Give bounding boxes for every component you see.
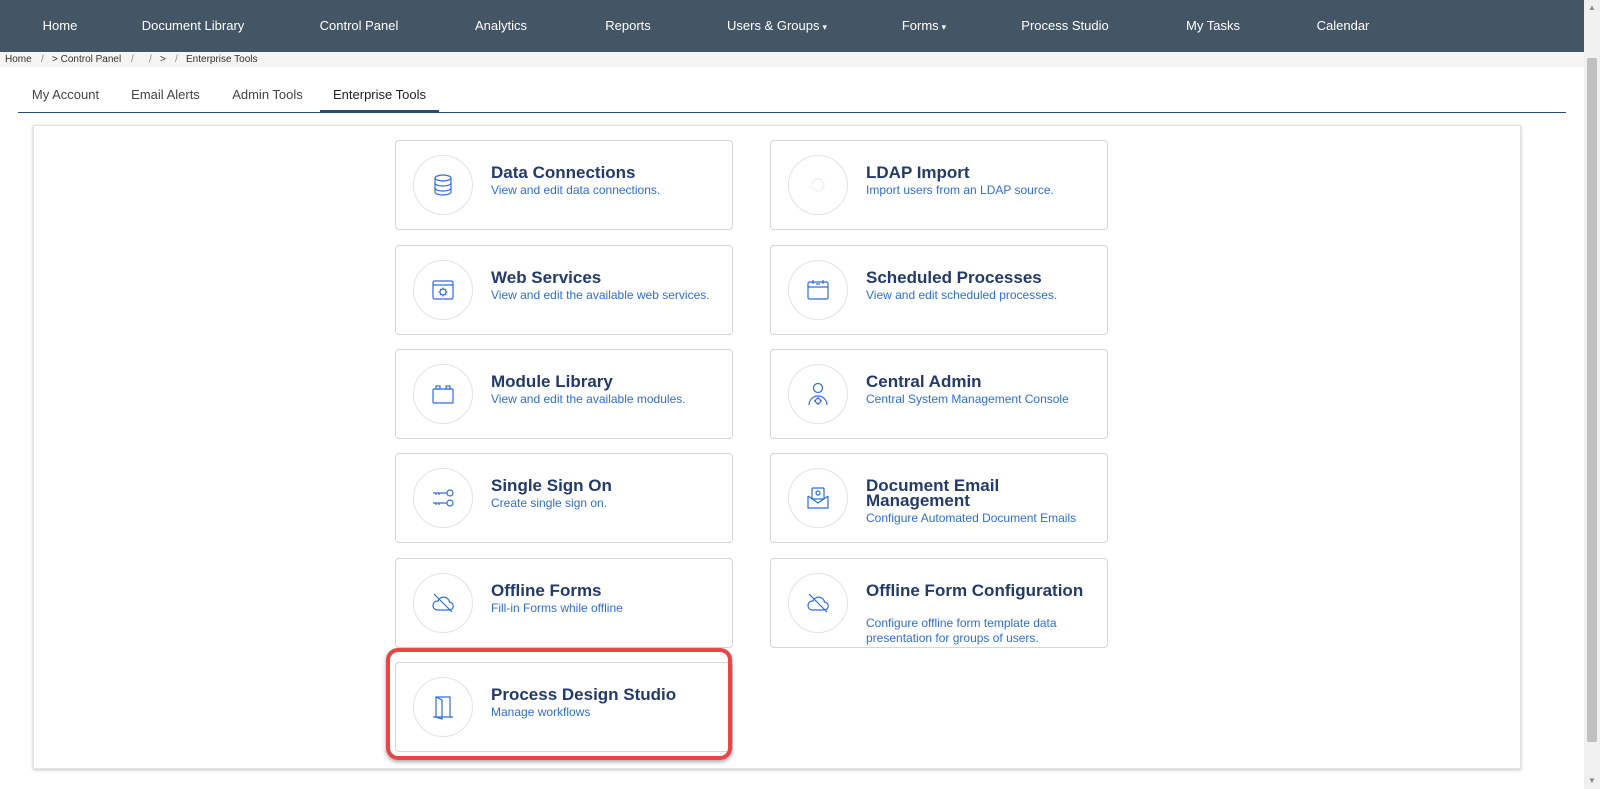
- card-description: Central System Management Console: [866, 392, 1069, 406]
- card-description: View and edit scheduled processes.: [866, 288, 1058, 302]
- card-description: Fill-in Forms while offline: [491, 601, 623, 615]
- card-data-connections[interactable]: Data Connections View and edit data conn…: [395, 140, 733, 230]
- card-single-sign-on[interactable]: Single Sign On Create single sign on.: [395, 453, 733, 543]
- breadcrumb-control-panel[interactable]: > Control Panel: [52, 52, 121, 67]
- admin-user-gear-icon: [788, 364, 848, 424]
- card-description: Import users from an LDAP source.: [866, 183, 1054, 197]
- top-navigation-bar: Home Document Library Control Panel Anal…: [0, 0, 1584, 52]
- breadcrumb-separator: /: [149, 54, 152, 65]
- nav-calendar[interactable]: Calendar: [1317, 0, 1370, 52]
- nav-control-panel[interactable]: Control Panel: [320, 0, 399, 52]
- card-ldap-import[interactable]: LDAP Import Import users from an LDAP so…: [770, 140, 1108, 230]
- highlight-annotation: [386, 648, 732, 760]
- scroll-down-arrow-icon[interactable]: ▼: [1584, 773, 1600, 789]
- scroll-thumb[interactable]: [1587, 58, 1597, 742]
- chevron-down-icon: ▾: [941, 22, 947, 32]
- card-description: View and edit the available web services…: [491, 288, 710, 302]
- nav-process-studio[interactable]: Process Studio: [1021, 0, 1108, 52]
- breadcrumb-arrow: >: [160, 54, 166, 65]
- nav-forms[interactable]: Forms ▾: [902, 0, 946, 52]
- card-description: View and edit the available modules.: [491, 392, 686, 406]
- breadcrumb-home[interactable]: Home: [5, 52, 32, 67]
- nav-analytics[interactable]: Analytics: [475, 0, 527, 52]
- card-title: Single Sign On: [491, 476, 612, 495]
- breadcrumb-separator: /: [131, 54, 134, 65]
- card-offline-forms[interactable]: Offline Forms Fill-in Forms while offlin…: [395, 558, 733, 648]
- card-description: Configure Automated Document Emails: [866, 511, 1077, 525]
- vertical-scrollbar[interactable]: ▲ ▼: [1584, 0, 1600, 789]
- tab-my-account[interactable]: My Account: [18, 84, 113, 111]
- nav-home[interactable]: Home: [43, 0, 78, 52]
- nav-reports[interactable]: Reports: [605, 0, 651, 52]
- card-title: Central Admin: [866, 372, 982, 391]
- card-web-services[interactable]: Web Services View and edit the available…: [395, 245, 733, 335]
- card-description: Create single sign on.: [491, 496, 608, 510]
- card-title: LDAP Import: [866, 163, 970, 182]
- breadcrumb: Home / > Control Panel / / > / Enterpris…: [0, 52, 1584, 67]
- nav-forms-label: Forms: [901, 18, 939, 33]
- breadcrumb-separator: /: [41, 54, 44, 65]
- cloud-off-icon: [413, 573, 473, 633]
- scroll-up-arrow-icon[interactable]: ▲: [1584, 0, 1600, 16]
- web-services-icon: [413, 260, 473, 320]
- tab-bar: My Account Email Alerts Admin Tools Ente…: [18, 84, 1566, 113]
- card-title: Scheduled Processes: [866, 268, 1042, 287]
- database-icon: [413, 155, 473, 215]
- card-title: Document Email Management: [866, 476, 1000, 510]
- card-module-library[interactable]: Module Library View and edit the availab…: [395, 349, 733, 439]
- card-title: Module Library: [491, 372, 613, 391]
- tab-enterprise-tools[interactable]: Enterprise Tools: [320, 84, 439, 112]
- card-title: Offline Forms: [491, 581, 602, 600]
- card-title: Web Services: [491, 268, 602, 287]
- breadcrumb-separator: /: [175, 54, 178, 65]
- breadcrumb-current: Enterprise Tools: [186, 54, 258, 65]
- nav-users-groups[interactable]: Users & Groups ▾: [727, 0, 827, 52]
- chevron-down-icon: ▾: [822, 22, 828, 32]
- card-description: Configure offline form template data pre…: [866, 616, 1057, 645]
- calendar-icon: [788, 260, 848, 320]
- card-offline-form-configuration[interactable]: Offline Form Configuration Configure off…: [770, 558, 1108, 648]
- nav-document-library[interactable]: Document Library: [142, 0, 245, 52]
- ldap-icon: [788, 155, 848, 215]
- nav-users-groups-label: Users & Groups: [726, 18, 820, 33]
- module-icon: [413, 364, 473, 424]
- card-document-email-management[interactable]: Document Email Management Configure Auto…: [770, 453, 1108, 543]
- enterprise-tools-panel: Data Connections View and edit data conn…: [33, 125, 1521, 769]
- cloud-off-icon: [788, 573, 848, 633]
- card-scheduled-processes[interactable]: Scheduled Processes View and edit schedu…: [770, 245, 1108, 335]
- tab-email-alerts[interactable]: Email Alerts: [120, 84, 211, 111]
- card-title: Data Connections: [491, 163, 636, 182]
- card-central-admin[interactable]: Central Admin Central System Management …: [770, 349, 1108, 439]
- keys-icon: [413, 468, 473, 528]
- card-description: View and edit data connections.: [491, 183, 661, 197]
- nav-my-tasks[interactable]: My Tasks: [1186, 0, 1240, 52]
- card-title: Offline Form Configuration: [866, 581, 1084, 600]
- email-document-icon: [788, 468, 848, 528]
- tab-admin-tools[interactable]: Admin Tools: [221, 84, 314, 111]
